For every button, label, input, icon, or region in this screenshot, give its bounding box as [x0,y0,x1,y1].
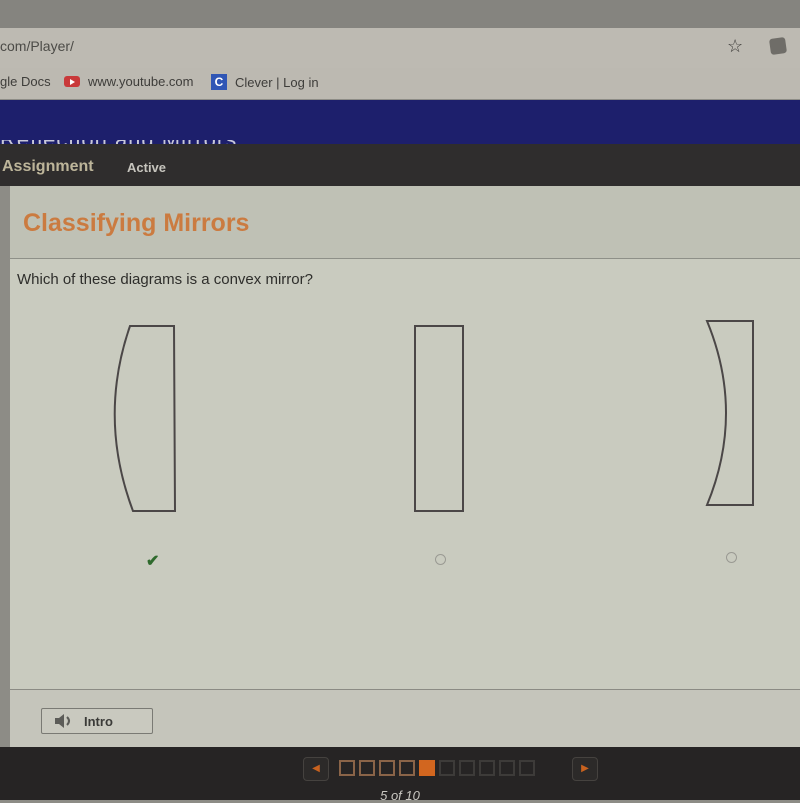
question-text: Which of these diagrams is a convex mirr… [17,271,313,288]
url-text[interactable]: com/Player/ [0,38,74,54]
concave-mirror-shape [705,320,754,506]
option-plane-mirror[interactable] [410,322,470,517]
bookmark-star-icon[interactable]: ☆ [727,36,743,57]
correct-check-icon: ✔ [146,553,160,570]
option-convex-mirror[interactable] [108,322,183,517]
option-2-radio[interactable] [435,554,446,565]
bookmark-youtube[interactable]: www.youtube.com [64,74,194,89]
page-indicator-2[interactable] [359,760,375,776]
bookmark-label: www.youtube.com [88,74,194,89]
option-3-radio[interactable] [726,552,737,563]
clever-icon: C [211,74,227,90]
intro-button[interactable]: Intro [41,708,153,734]
page-indicator-8[interactable] [479,760,495,776]
window-top-strip [0,0,800,28]
prev-page-button[interactable]: ◀ [303,757,329,781]
bookmark-google-docs[interactable]: gle Docs [0,74,51,89]
youtube-icon [64,76,80,87]
page-indicator-10[interactable] [519,760,535,776]
plane-mirror-shape [414,325,464,512]
convex-mirror-shape [113,325,177,512]
bookmarks-bar: gle Docs www.youtube.com C Clever | Log … [0,68,800,99]
course-header: Reflection and Mirrors [0,100,800,148]
page-indicator-9[interactable] [499,760,515,776]
activity-title: Classifying Mirrors [23,209,250,237]
speaker-icon [55,714,70,728]
bookmark-label: Clever | Log in [235,74,319,90]
page-indicator-6[interactable] [439,760,455,776]
page-indicator-1[interactable] [339,760,355,776]
option-concave-mirror[interactable] [700,316,760,512]
next-page-button[interactable]: ▶ [572,757,598,781]
section-label: Assignment [2,158,94,175]
page-indicators [339,760,535,776]
page-indicator-5-current[interactable] [419,760,435,776]
page-counter: 5 of 10 [380,788,420,803]
extension-icon[interactable] [768,36,788,56]
bookmark-label: gle Docs [0,74,51,89]
assignment-bar [0,144,800,186]
bookmark-clever[interactable]: C Clever | Log in [211,74,319,90]
intro-label: Intro [84,713,113,729]
page-indicator-3[interactable] [379,760,395,776]
status-label: Active [127,160,167,175]
page-indicator-7[interactable] [459,760,475,776]
page-indicator-4[interactable] [399,760,415,776]
address-bar[interactable] [0,28,800,68]
